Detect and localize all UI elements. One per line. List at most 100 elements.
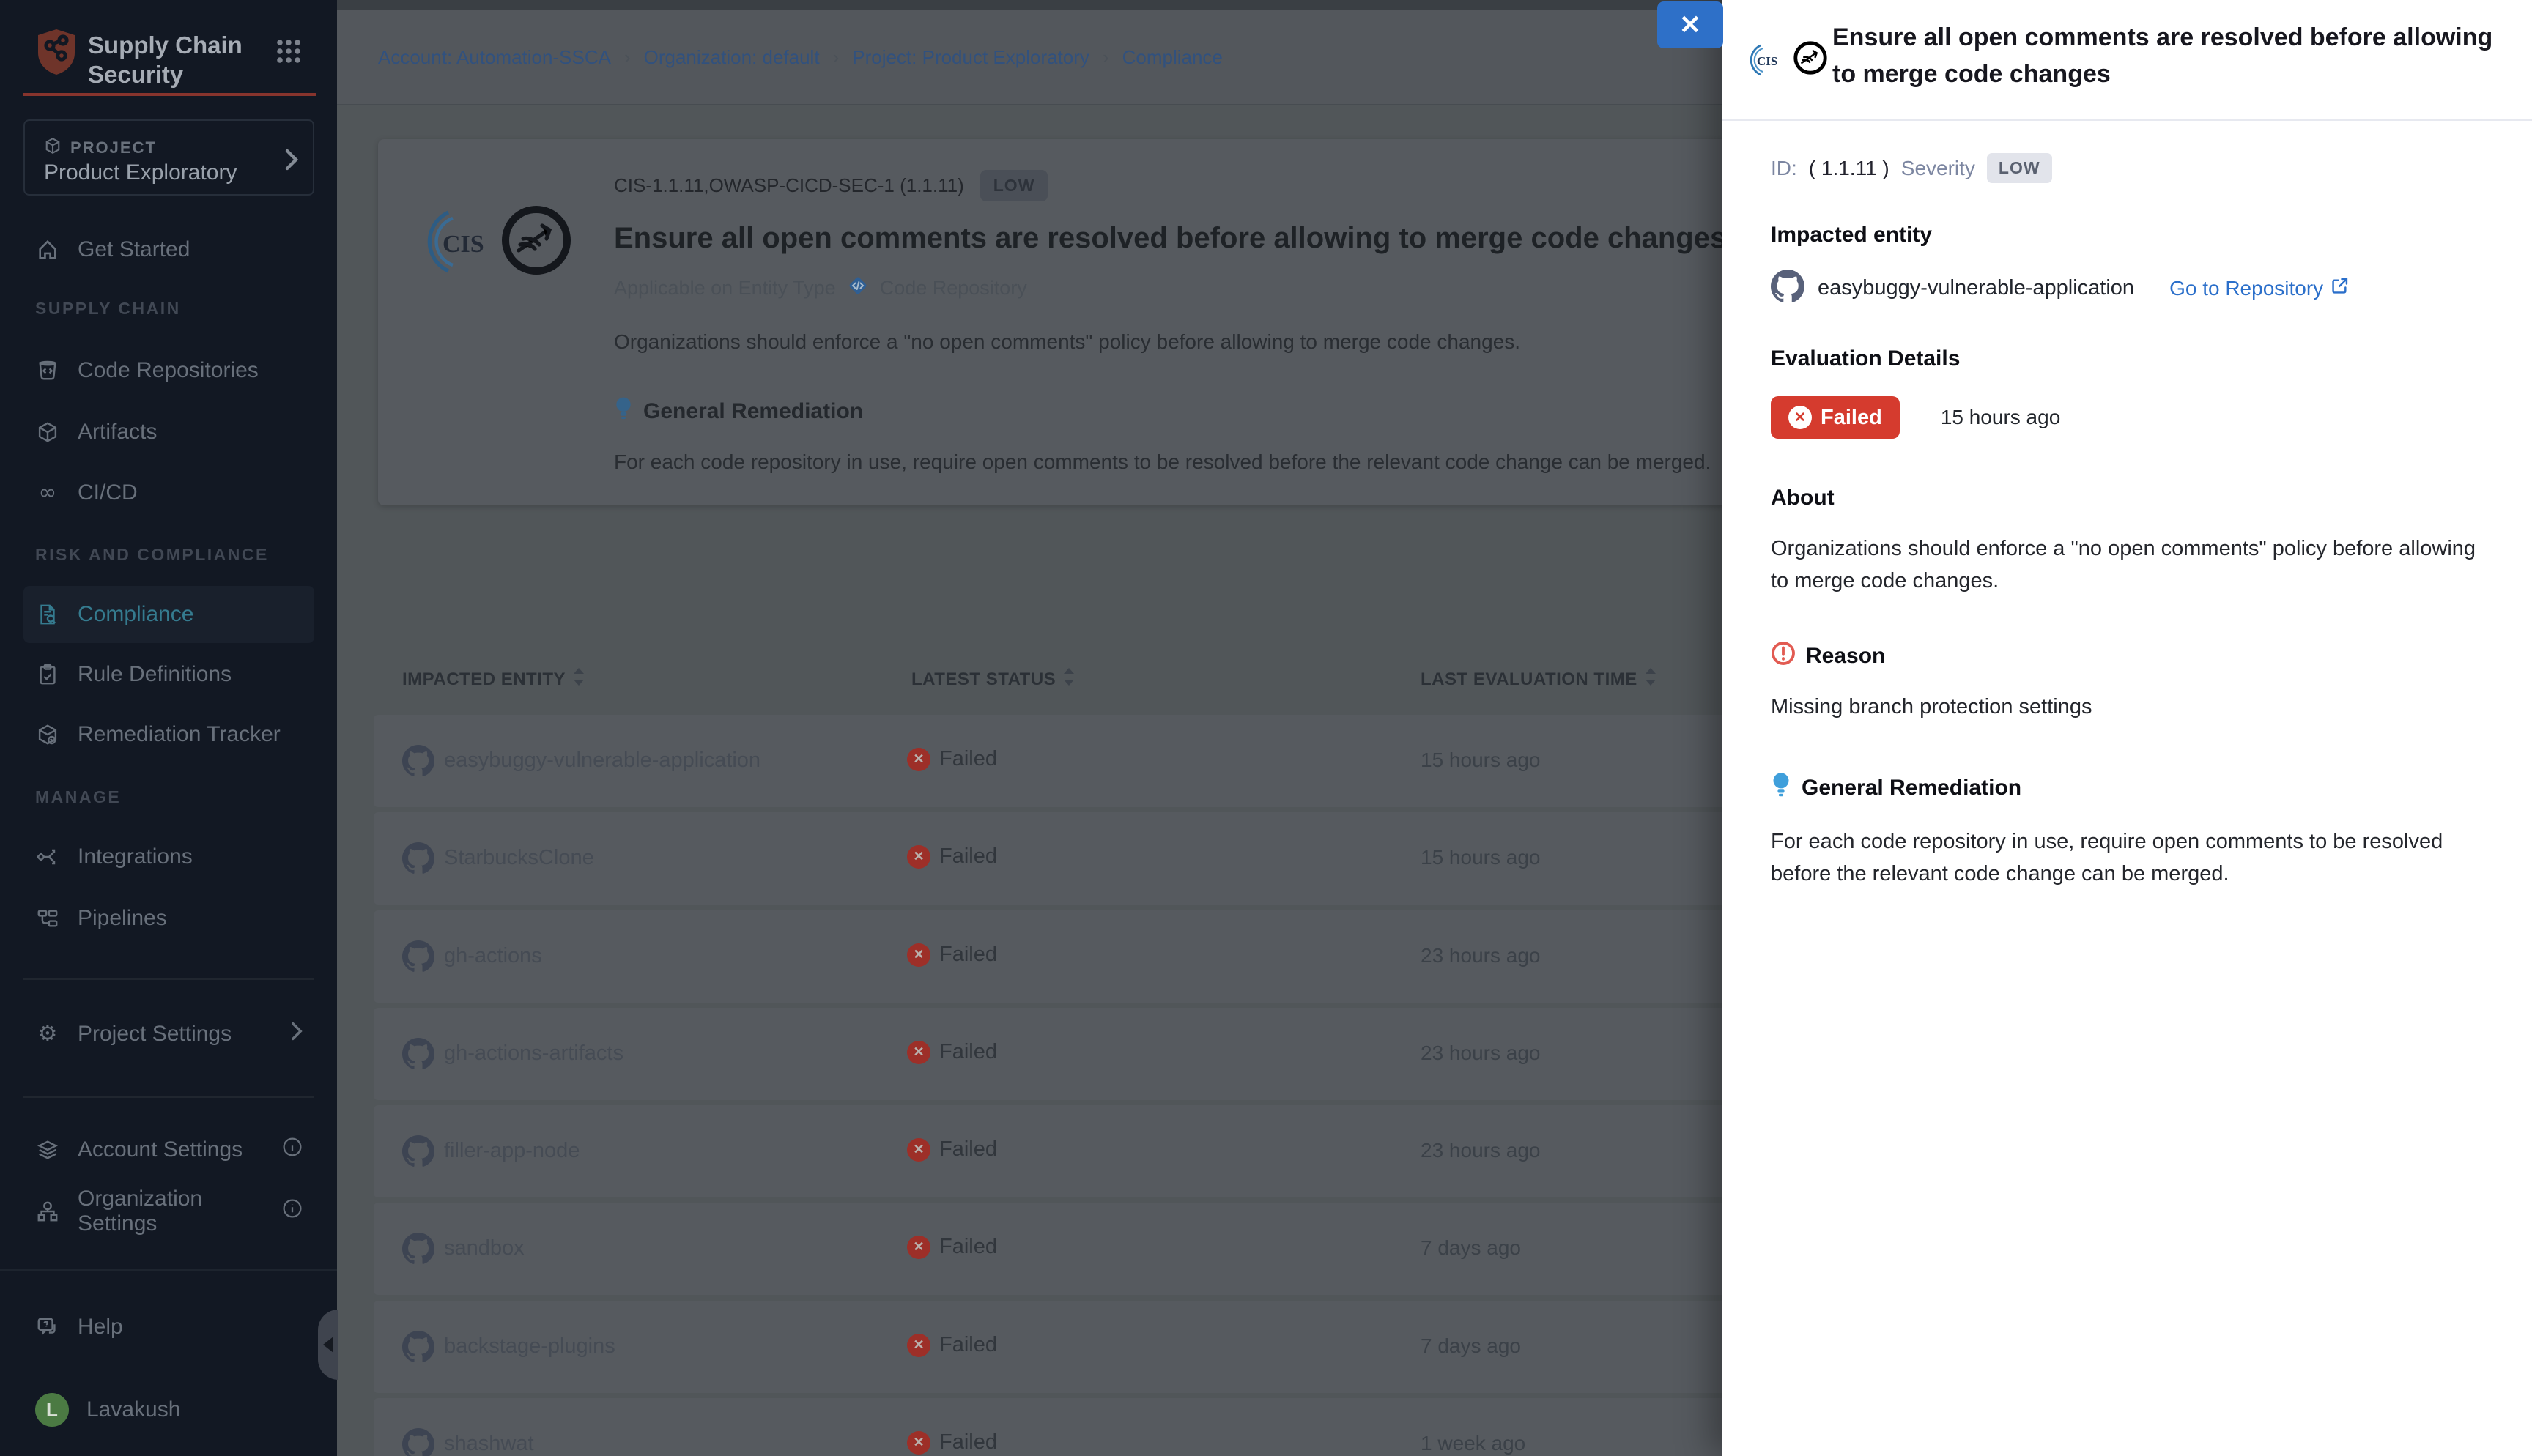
code-repository-icon: [35, 358, 60, 383]
sidebar-item-compliance[interactable]: Compliance: [23, 586, 314, 643]
breadcrumb-separator: ›: [833, 46, 840, 69]
github-icon: [402, 1135, 434, 1171]
status-label: Failed: [939, 747, 997, 771]
app-title: Supply Chain Security: [88, 31, 264, 89]
breadcrumb-organization[interactable]: Organization: default: [644, 46, 820, 69]
sidebar-item-code-repositories[interactable]: Code Repositories: [23, 348, 314, 393]
brand-divider: [23, 93, 316, 96]
evaluation-time: 23 hours ago: [1421, 1041, 1540, 1065]
id-label: ID:: [1771, 157, 1797, 180]
table-row[interactable]: sandbox ✕Failed 7 days ago: [374, 1203, 1846, 1295]
sidebar-item-integrations[interactable]: Integrations: [23, 834, 314, 880]
rule-description: Organizations should enforce a "no open …: [614, 330, 1851, 354]
evaluation-time: 15 hours ago: [1421, 749, 1540, 772]
cis-logo-text: CIS: [1757, 54, 1777, 68]
breadcrumb-bar: Account: Automation-SSCA › Organization:…: [337, 10, 1722, 105]
column-header-last-evaluation-time[interactable]: LAST EVALUATION TIME: [1421, 668, 1656, 691]
sidebar-item-cicd[interactable]: ∞ CI/CD: [23, 470, 314, 516]
sidebar-item-remediation-tracker[interactable]: Remediation Tracker: [23, 712, 314, 757]
applicable-label: Applicable on Entity Type: [614, 277, 836, 300]
sidebar-item-rule-definitions[interactable]: Rule Definitions: [23, 652, 314, 697]
app-switcher-grid-icon[interactable]: [275, 38, 302, 68]
table-row[interactable]: easybuggy-vulnerable-application ✕Failed…: [374, 715, 1846, 807]
rule-summary-card: CIS CIS-1.1.11,OWASP-CICD-SEC-1 (1.1.11)…: [378, 139, 1880, 505]
breadcrumb-account[interactable]: Account: Automation-SSCA: [378, 46, 611, 69]
project-name: Product Exploratory: [44, 160, 237, 185]
user-name: Lavakush: [86, 1397, 180, 1422]
sidebar-item-get-started[interactable]: Get Started: [23, 227, 314, 272]
entity-name: filler-app-node: [444, 1139, 580, 1163]
column-header-label: LATEST STATUS: [911, 669, 1056, 690]
evaluation-time: 7 days ago: [1421, 1334, 1521, 1358]
table-row[interactable]: gh-actions-artifacts ✕Failed 23 hours ag…: [374, 1008, 1846, 1100]
project-cube-icon: [44, 137, 62, 158]
cis-logo-text: CIS: [443, 231, 484, 258]
go-to-repository-label: Go to Repository: [2169, 277, 2323, 300]
evaluation-time: 23 hours ago: [1421, 1139, 1540, 1162]
about-heading: About: [1771, 486, 2483, 510]
org-chart-icon: [35, 1199, 60, 1224]
sidebar-item-label: Compliance: [78, 602, 193, 627]
entity-name: sandbox: [444, 1236, 525, 1260]
sidebar-item-pipelines[interactable]: Pipelines: [23, 896, 314, 941]
main-content: Account: Automation-SSCA › Organization:…: [337, 0, 1722, 1456]
evaluation-time: 7 days ago: [1421, 1236, 1521, 1260]
entity-name: easybuggy-vulnerable-application: [444, 749, 760, 773]
failed-status-icon: ✕: [907, 845, 930, 869]
table-row[interactable]: backstage-plugins ✕Failed 7 days ago: [374, 1301, 1846, 1393]
evaluation-time: 1 week ago: [1421, 1432, 1525, 1455]
github-icon: [402, 1331, 434, 1367]
chevron-right-icon: [285, 149, 298, 174]
sidebar-item-account-settings[interactable]: Account Settings: [23, 1127, 314, 1173]
drawer-header: CIS Ensure all open comments are resolve…: [1722, 0, 2532, 120]
breadcrumb-project[interactable]: Project: Product Exploratory: [852, 46, 1089, 69]
layers-icon: [35, 1137, 60, 1162]
artifacts-cube-icon: [35, 420, 60, 445]
cicd-infinity-icon: ∞: [35, 480, 60, 505]
sidebar-item-artifacts[interactable]: Artifacts: [23, 409, 314, 455]
table-row[interactable]: shashwat ✕Failed 1 week ago: [374, 1398, 1846, 1456]
close-icon: ✕: [1679, 10, 1701, 40]
go-to-repository-link[interactable]: Go to Repository: [2169, 276, 2350, 300]
sidebar-item-label: Organization Settings: [78, 1186, 264, 1236]
github-icon: [402, 1038, 434, 1074]
status-label: Failed: [939, 943, 997, 967]
github-icon: [402, 1428, 434, 1456]
close-drawer-button[interactable]: ✕: [1657, 1, 1723, 48]
sidebar-item-label: Pipelines: [78, 906, 167, 931]
sidebar-item-project-settings[interactable]: ⚙ Project Settings: [23, 1011, 314, 1057]
table-row[interactable]: StarbucksClone ✕Failed 15 hours ago: [374, 812, 1846, 905]
sidebar-item-label: Artifacts: [78, 420, 157, 445]
project-label: PROJECT: [70, 138, 157, 157]
github-icon: [402, 842, 434, 878]
failed-status-icon: ✕: [907, 1138, 930, 1162]
breadcrumb-compliance[interactable]: Compliance: [1122, 46, 1223, 69]
top-edge-strip: [337, 0, 1722, 10]
severity-badge: LOW: [1987, 153, 2052, 183]
owasp-logo-icon: [1792, 40, 1829, 80]
project-selector[interactable]: PROJECT Product Exploratory: [23, 119, 314, 196]
entity-type-diamond-icon: [846, 274, 870, 302]
sort-icon[interactable]: [1645, 668, 1656, 691]
sidebar-divider: [23, 978, 314, 980]
sort-icon[interactable]: [573, 668, 585, 691]
entity-name: backstage-plugins: [444, 1334, 615, 1359]
lightbulb-icon: [614, 396, 633, 427]
user-menu[interactable]: L Lavakush: [23, 1387, 314, 1433]
table-row[interactable]: gh-actions ✕Failed 23 hours ago: [374, 910, 1846, 1003]
about-text: Organizations should enforce a "no open …: [1771, 532, 2478, 597]
sidebar-item-help[interactable]: Help: [23, 1304, 314, 1350]
evaluation-status-row: ✕ Failed 15 hours ago: [1771, 396, 2483, 439]
column-header-impacted-entity[interactable]: IMPACTED ENTITY: [402, 668, 585, 691]
github-icon: [402, 745, 434, 781]
general-remediation-text: For each code repository in use, require…: [1771, 825, 2478, 890]
sidebar-collapse-handle[interactable]: [318, 1310, 338, 1380]
compliance-doc-search-icon: [35, 602, 60, 627]
column-header-latest-status[interactable]: LATEST STATUS: [911, 668, 1075, 691]
sort-icon[interactable]: [1063, 668, 1075, 691]
reason-heading: Reason: [1806, 644, 1885, 669]
table-row[interactable]: filler-app-node ✕Failed 23 hours ago: [374, 1105, 1846, 1197]
entity-type-value: Code Repository: [880, 277, 1027, 300]
sidebar-item-organization-settings[interactable]: Organization Settings: [23, 1189, 314, 1234]
table-header-row: IMPACTED ENTITY LATEST STATUS LAST EVALU…: [337, 668, 1722, 700]
